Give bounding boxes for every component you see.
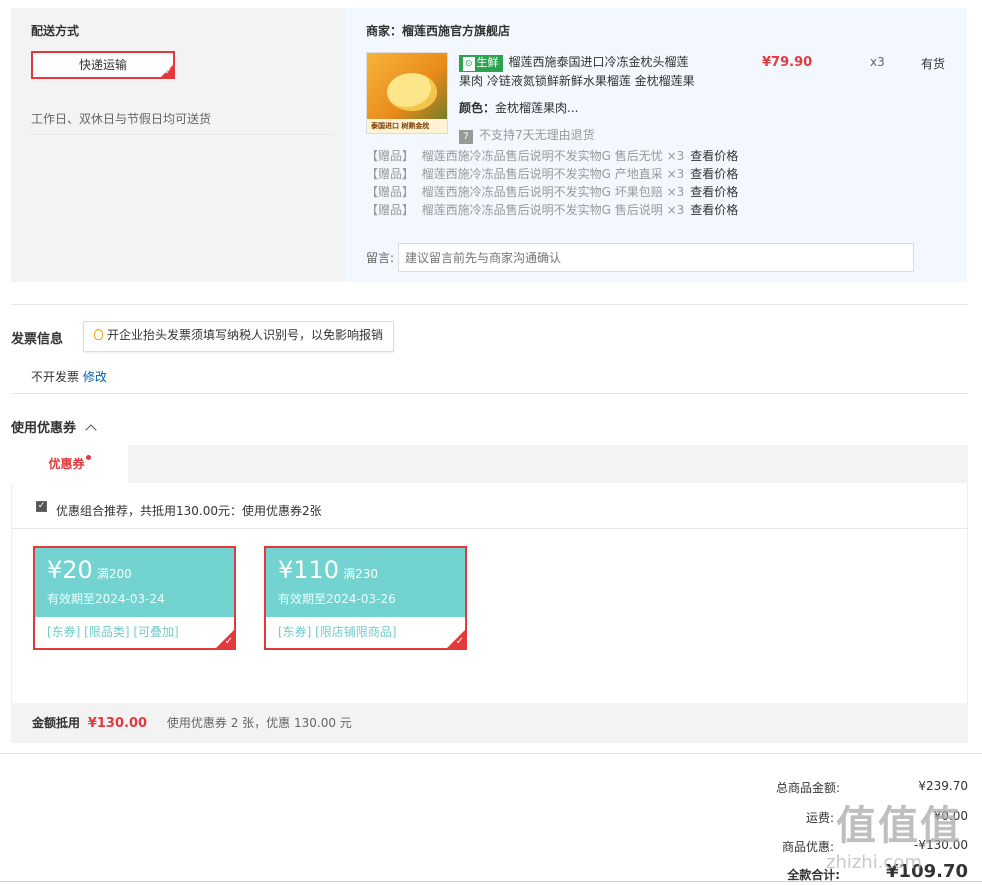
gift-text: 榴莲西施冷冻品售后说明不发实物G 售后无忧 ×3 [421,149,685,163]
fresh-tag-label: 生鲜 [476,56,499,69]
view-price-link[interactable]: 查看价格 [690,167,738,181]
delivery-title: 配送方式 [31,24,80,38]
shop-label: 商家： [366,24,403,38]
delivery-panel [11,8,345,282]
coupon-section-toggle[interactable]: 使用优惠券 [11,417,97,436]
invoice-edit-link[interactable]: 修改 [83,370,107,384]
lightbulb-icon [94,329,103,340]
coupon-section-title: 使用优惠券 [11,421,77,436]
invoice-status: 不开发票 [31,370,80,384]
no-return-icon: 7 [459,130,473,144]
watermark-logo: 值值值 [836,803,962,849]
coupon-divider [12,528,967,529]
goods-total-value: ¥239.70 [918,779,968,793]
coupon-tabbar [11,445,968,483]
product-title-line1: 榴莲西施泰国进口冷冻金枕头榴莲 [508,55,689,69]
return-note: 不支持7天无理由退货 [479,128,595,142]
section-divider [0,753,982,754]
product-color: 颜色：金枕榴莲果肉... [459,99,578,116]
invoice-tip-text: 开企业抬头发票须填写纳税人识别号，以免影响报销 [107,328,384,342]
coupon-validity: 有效期至2024-03-26 [278,592,396,606]
seller-note-input[interactable] [398,243,914,272]
coupon-card[interactable]: ¥20 满200 有效期至2024-03-24 [东券] [限品类] [可叠加] … [33,546,236,650]
gift-text: 榴莲西施冷冻品售后说明不发实物G 产地直采 ×3 [421,167,685,181]
watermark-site: zhizhi.com [826,852,922,873]
coupon-amount: ¥20 [47,556,93,584]
color-label: 颜色： [459,101,496,115]
check-icon: ✓ [455,636,464,647]
new-dot [85,455,91,460]
view-price-link[interactable]: 查看价格 [690,185,738,199]
gift-tag: 【赠品】 [366,185,415,199]
recommend-checkbox[interactable]: ✓ [36,501,47,512]
stock-status: 有货 [921,57,946,71]
fresh-tag: ⊙ 生鲜 [459,55,503,72]
coupon-condition: 满230 [343,567,378,581]
coupon-amount: ¥110 [278,556,340,584]
gift-tag: 【赠品】 [366,149,415,163]
coupon-card[interactable]: ¥110 满230 有效期至2024-03-26 [东券] [限店铺限商品] ✓ [264,546,467,650]
gift-text: 榴莲西施冷冻品售后说明不发实物G 坏果包赔 ×3 [421,185,685,199]
gift-row: 【赠品】 榴莲西施冷冻品售后说明不发实物G 坏果包赔 ×3 查看价格 [366,183,766,200]
section-divider [11,304,968,305]
product-title[interactable]: ⊙ 生鲜 榴莲西施泰国进口冷冻金枕头榴莲 果肉 冷链液氮锁鲜新鲜水果榴莲 金枕榴莲果 [459,53,749,90]
express-shipping-label: 快递运输 [78,58,127,72]
gift-text: 榴莲西施冷冻品售后说明不发实物G 售后说明 ×3 [421,203,685,217]
invoice-title: 发票信息 [11,332,64,347]
delivery-note: 工作日、双休日与节假日均可送货 [31,112,212,126]
coupon-top: ¥110 满230 有效期至2024-03-26 [266,548,465,617]
gift-row: 【赠品】 榴莲西施冷冻品售后说明不发实物G 产地直采 ×3 查看价格 [366,165,766,182]
chevron-up-icon [84,424,97,436]
coupon-summary: 金额抵用 ¥130.00 使用优惠券 2 张，优惠 130.00 元 [11,703,968,743]
product-title-line2: 果肉 冷链液氮锁鲜新鲜水果榴莲 金枕榴莲果 [459,74,695,88]
goods-total-label: 总商品金额: [775,781,840,795]
section-divider [11,393,968,394]
check-icon: ✓ [224,636,233,647]
bottom-divider [0,881,982,882]
durian-image [387,73,437,111]
thumbnail-caption: 泰国进口 树熟金枕 [367,119,447,133]
gift-tag: 【赠品】 [366,203,415,217]
view-price-link[interactable]: 查看价格 [690,203,738,217]
return-policy: 7 不支持7天无理由退货 [459,126,595,144]
fresh-icon: ⊙ [463,57,475,71]
note-label: 留言: [366,251,395,265]
recommend-text: 优惠组合推荐，共抵用130.00元：使用优惠券2张 [56,504,322,518]
invoice-status-row: 不开发票 修改 [31,368,107,385]
gift-row: 【赠品】 榴莲西施冷冻品售后说明不发实物G 售后说明 ×3 查看价格 [366,201,766,218]
coupon-sum-label: 金额抵用 [32,716,81,730]
product-thumbnail[interactable]: 泰国进口 树熟金枕 [366,52,448,134]
coupon-condition: 满200 [96,567,132,581]
color-value: 金枕榴莲果肉... [495,101,579,115]
coupon-top: ¥20 满200 有效期至2024-03-24 [35,548,234,617]
tab-coupons-label: 优惠券 [48,457,85,471]
coupon-tags: [东券] [限品类] [可叠加] [47,625,179,639]
view-price-link[interactable]: 查看价格 [690,149,738,163]
coupon-sum-value: ¥130.00 [87,716,148,731]
shipping-label: 运费: [805,811,834,825]
shop-name: 榴莲西施官方旗舰店 [402,24,511,38]
tab-coupons[interactable]: 优惠券 [11,445,128,484]
product-price: ¥79.90 [762,55,813,70]
gift-tag: 【赠品】 [366,167,415,181]
product-qty: x3 [870,55,885,69]
gift-row: 【赠品】 榴莲西施冷冻品售后说明不发实物G 售后无忧 ×3 查看价格 [366,147,766,164]
invoice-tip: 开企业抬头发票须填写纳税人识别号，以免影响报销 [83,321,395,352]
coupon-validity: 有效期至2024-03-24 [47,592,165,606]
delivery-divider [31,134,333,135]
shop-panel [345,8,967,282]
coupon-sum-detail: 使用优惠券 2 张，优惠 130.00 元 [166,716,352,730]
shop-header: 商家：榴莲西施官方旗舰店 [366,22,510,39]
coupon-tags: [东券] [限店铺限商品] [278,625,397,639]
express-shipping-button[interactable]: 快递运输 ✓ [31,51,175,79]
check-icon: ✓ [164,67,172,77]
